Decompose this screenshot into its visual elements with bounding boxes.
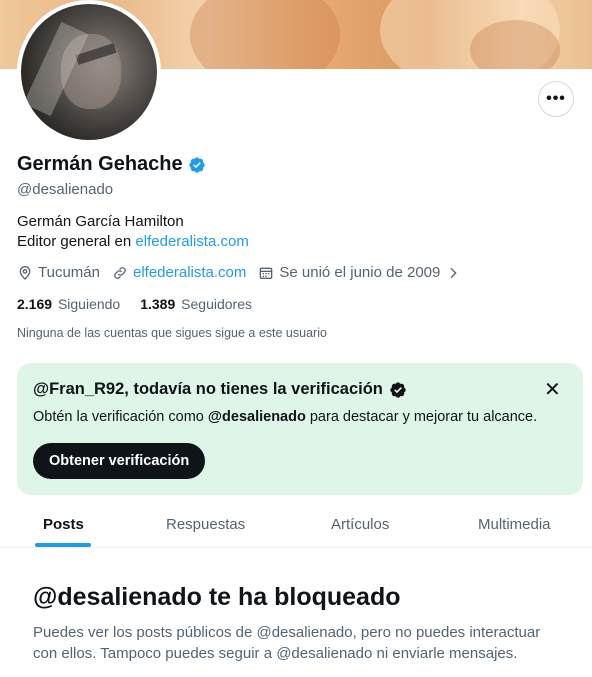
website-item[interactable]: elfederalista.com — [112, 264, 246, 281]
verification-text: Obtén la verificación como @desalienado … — [33, 409, 537, 425]
blocked-title: @desalienado te ha bloqueado — [33, 583, 401, 611]
bio-line: Editor general en elfederalista.com — [17, 232, 249, 252]
avatar[interactable] — [17, 0, 161, 144]
verification-text-prefix: Obtén la verificación como — [33, 409, 208, 425]
bio-text: Editor general en — [17, 233, 136, 250]
verification-title: @Fran_R92, todavía no tienes la verifica… — [33, 380, 383, 398]
tab-articles[interactable]: Artículos — [331, 500, 389, 548]
banner-shade — [190, 0, 340, 69]
profile-bio: Germán García Hamilton Editor general en… — [17, 212, 249, 252]
location-item: Tucumán — [17, 264, 100, 281]
avatar-image — [21, 4, 157, 140]
more-options-button[interactable]: ••• — [538, 81, 574, 117]
followers-stat[interactable]: 1.389 Seguidores — [140, 296, 252, 312]
verification-title-row: @Fran_R92, todavía no tienes la verifica… — [33, 380, 407, 399]
chevron-right-icon — [450, 267, 457, 278]
following-count: 2.169 — [17, 296, 53, 312]
verification-prompt: @Fran_R92, todavía no tienes la verifica… — [17, 363, 583, 495]
tab-replies[interactable]: Respuestas — [166, 500, 245, 548]
followers-you-know-note: Ninguna de las cuentas que sigues sigue … — [17, 326, 327, 340]
tab-posts[interactable]: Posts — [43, 500, 84, 548]
tab-media[interactable]: Multimedia — [478, 500, 551, 548]
profile-name: Germán Gehache — [17, 153, 183, 175]
followers-count: 1.389 — [140, 296, 176, 312]
more-icon: ••• — [546, 90, 566, 107]
blocked-message: Puedes ver los posts públicos de @desali… — [33, 624, 541, 662]
follow-stats: 2.169 Siguiendo 1.389 Seguidores — [17, 296, 272, 312]
get-verified-button[interactable]: Obtener verificación — [33, 443, 206, 479]
link-icon — [114, 266, 126, 279]
following-stat[interactable]: 2.169 Siguiendo — [17, 296, 120, 312]
followers-label: Seguidores — [181, 296, 252, 312]
location-text: Tucumán — [38, 264, 100, 281]
verified-check-icon — [390, 381, 406, 398]
profile-tabs: Posts Respuestas Artículos Multimedia — [0, 500, 592, 548]
calendar-icon — [260, 267, 273, 279]
website-link[interactable]: elfederalista.com — [133, 264, 246, 281]
profile-handle: @desalienado — [17, 181, 114, 198]
profile-name-row: Germán Gehache — [17, 153, 206, 176]
bio-link[interactable]: elfederalista.com — [135, 233, 248, 250]
verified-badge-icon[interactable] — [188, 156, 206, 174]
close-icon[interactable]: ✕ — [544, 377, 561, 402]
verification-text-suffix: para destacar y mejorar tu alcance. — [305, 409, 538, 425]
joined-item[interactable]: Se unió el junio de 2009 — [258, 264, 461, 281]
location-icon — [19, 265, 31, 280]
verification-text-handle: @desalienado — [207, 409, 306, 425]
joined-text: Se unió el junio de 2009 — [279, 264, 441, 281]
active-tab-indicator — [35, 543, 91, 547]
profile-meta: Tucumán elfederalista.com Se unió el jun… — [17, 264, 473, 281]
bio-line: Germán García Hamilton — [17, 213, 184, 230]
following-label: Siguiendo — [57, 296, 121, 312]
